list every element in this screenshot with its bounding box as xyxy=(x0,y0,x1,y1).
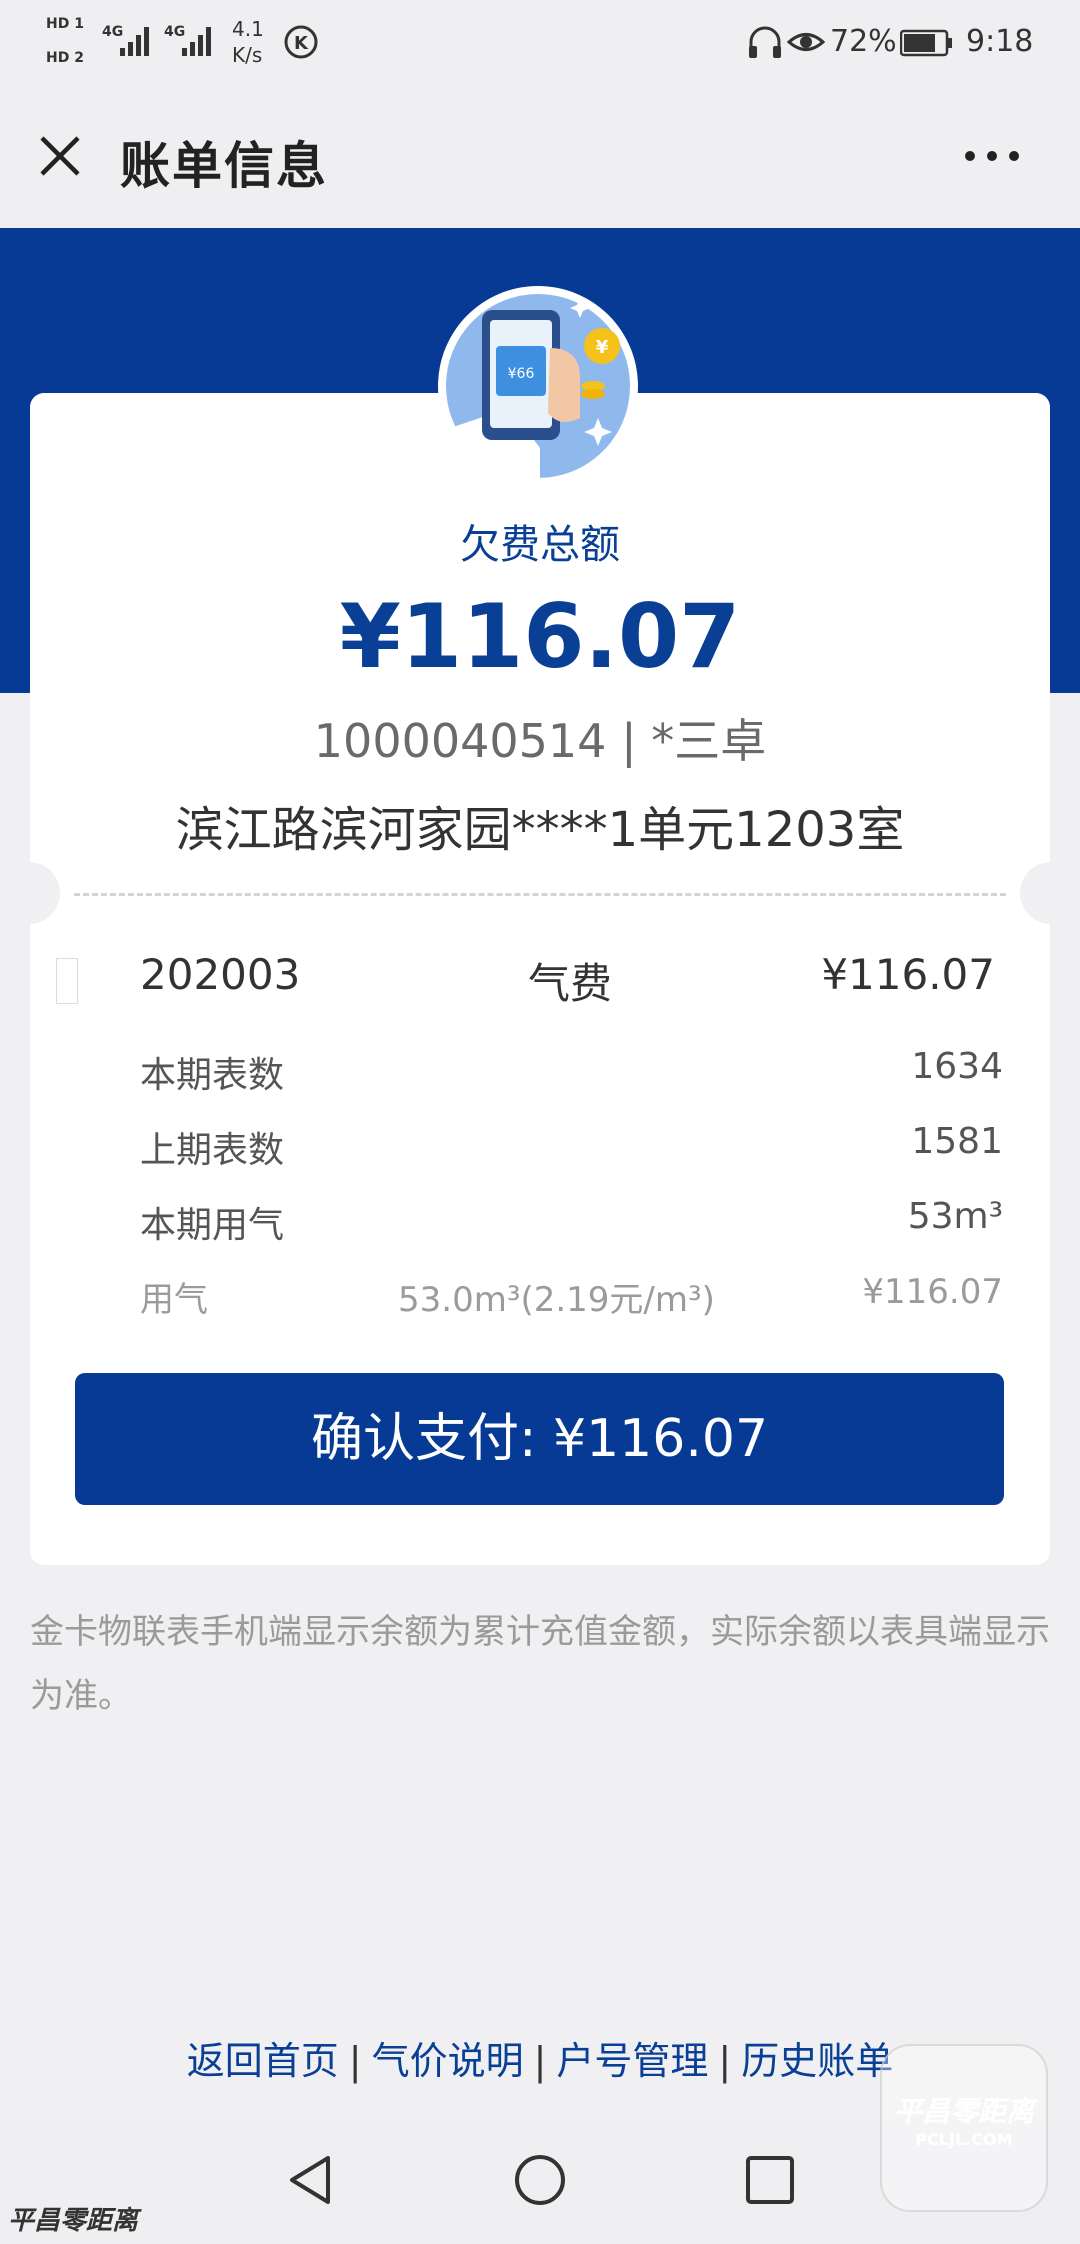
confirm-pay-button[interactable]: 确认支付: ¥116.07 xyxy=(75,1373,1004,1505)
bill-type: 气费 xyxy=(527,959,612,1008)
status-bar: HD 1 HD 2 4G 4G 4.1 K/s K 72% 9:18 xyxy=(0,0,1080,86)
network-speed: 4.1 K/s xyxy=(232,16,264,68)
watermark-text: 平昌零距离 xyxy=(8,2206,139,2236)
bill-period: 202003 xyxy=(140,950,301,999)
arrears-amount: ¥116.07 xyxy=(339,585,741,688)
usage-label: 用气 xyxy=(140,1280,208,1320)
ticket-notch-left xyxy=(0,862,60,924)
current-reading-value: 1634 xyxy=(911,1046,1003,1087)
speed-value: 4.1 xyxy=(232,17,264,41)
current-reading-label: 本期表数 xyxy=(140,1055,285,1096)
address: 滨江路滨河家园****1单元1203室 xyxy=(175,802,905,858)
previous-reading-label: 上期表数 xyxy=(140,1130,285,1171)
speed-unit: K/s xyxy=(232,43,263,67)
ticket-notch-right xyxy=(1020,862,1080,924)
mobile-payment-illustration: ¥66 ¥ xyxy=(438,286,638,486)
usage-amount: ¥116.07 xyxy=(862,1272,1003,1312)
signal-icon xyxy=(120,27,149,56)
recents-icon[interactable] xyxy=(744,2154,796,2206)
battery-percent: 72% xyxy=(830,24,897,59)
home-icon[interactable] xyxy=(512,2152,568,2208)
watermark-logo: 平昌零距离 PCLJL.COM xyxy=(880,2044,1048,2212)
link-history-bills[interactable]: 历史账单 xyxy=(741,2039,893,2083)
svg-text:¥66: ¥66 xyxy=(508,366,535,382)
arrears-label: 欠费总额 xyxy=(460,522,620,568)
svg-text:K: K xyxy=(294,33,309,54)
back-icon[interactable] xyxy=(284,2152,336,2208)
current-usage-label: 本期用气 xyxy=(140,1205,285,1246)
account-info: 1000040514 | *三卓 xyxy=(313,714,767,768)
battery-icon xyxy=(900,29,952,57)
usage-detail: 53.0m³(2.19元/m³) xyxy=(398,1280,715,1320)
checkbox-placeholder[interactable] xyxy=(56,958,78,1004)
close-icon[interactable] xyxy=(36,132,84,180)
watermark-logo-text: 平昌零距离 xyxy=(893,2095,1034,2128)
previous-reading-value: 1581 xyxy=(911,1121,1003,1162)
dashed-divider xyxy=(74,893,1006,896)
headphone-icon xyxy=(749,26,781,58)
link-separator: | xyxy=(348,2039,362,2083)
bill-amount: ¥116.07 xyxy=(821,950,995,999)
sim1-label: HD 1 xyxy=(46,16,84,32)
sim2-label: HD 2 xyxy=(46,50,84,66)
watermark-logo-sub: PCLJL.COM xyxy=(915,2130,1013,2149)
k-app-icon: K xyxy=(284,25,318,59)
signal-icon-2 xyxy=(182,27,211,56)
link-gas-price[interactable]: 气价说明 xyxy=(372,2039,524,2083)
svg-text:¥: ¥ xyxy=(596,337,609,358)
more-icon[interactable] xyxy=(962,146,1022,166)
link-separator: | xyxy=(533,2039,547,2083)
eye-comfort-icon xyxy=(786,33,826,51)
balance-note: 金卡物联表手机端显示余额为累计充值金额，实际余额以表具端显示为准。 xyxy=(30,1612,1050,1716)
clock: 9:18 xyxy=(966,24,1034,59)
link-home[interactable]: 返回首页 xyxy=(187,2039,339,2083)
link-separator: | xyxy=(718,2039,732,2083)
link-account-management[interactable]: 户号管理 xyxy=(556,2039,708,2083)
nav-bar: 账单信息 xyxy=(0,86,1080,228)
current-usage-value: 53m³ xyxy=(907,1196,1003,1237)
page-title: 账单信息 xyxy=(120,137,328,195)
